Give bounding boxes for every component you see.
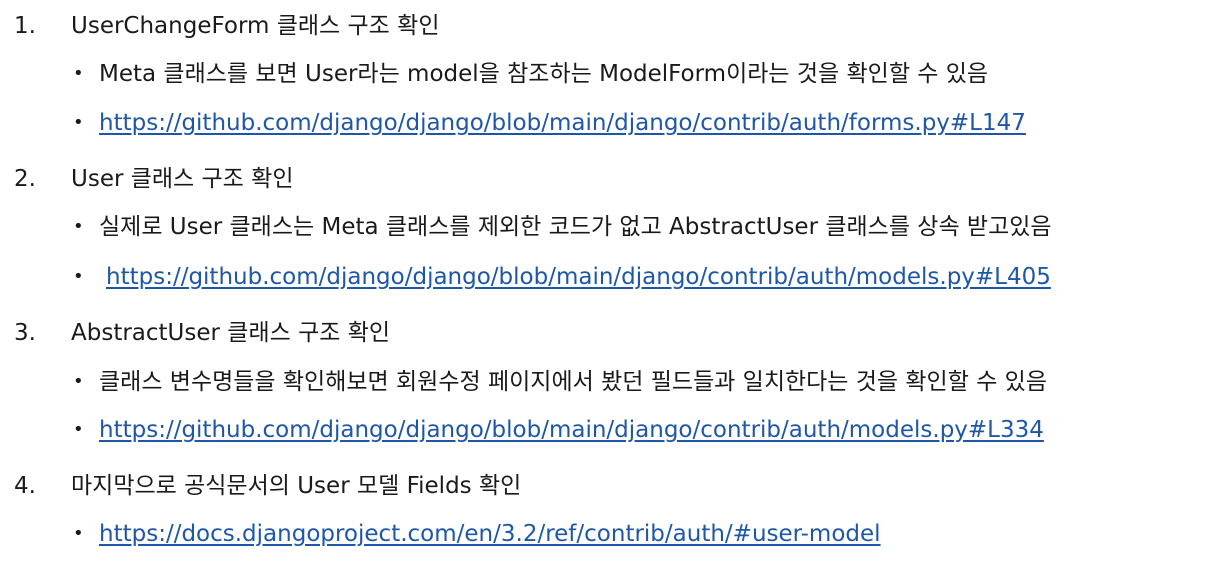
section-heading: 2. User 클래스 구조 확인 <box>0 159 1212 199</box>
section-number: 3. <box>14 320 36 346</box>
list-item: • Meta 클래스를 보면 User라는 model을 참조하는 ModelF… <box>0 54 1212 94</box>
bullet-text: Meta 클래스를 보면 User라는 model을 참조하는 ModelFor… <box>99 61 989 87</box>
section-heading: 4. 마지막으로 공식문서의 User 모델 Fields 확인 <box>0 466 1212 506</box>
list-item: • https://github.com/django/django/blob/… <box>0 257 1212 297</box>
section-number: 4. <box>14 473 36 499</box>
list-item: • https://github.com/django/django/blob/… <box>0 410 1212 450</box>
document-body: 1. UserChangeForm 클래스 구조 확인 • Meta 클래스를 … <box>0 0 1212 582</box>
section-number: 1. <box>14 13 36 39</box>
section-number: 2. <box>14 166 36 192</box>
bullet-icon: • <box>73 112 84 133</box>
list-item: • 실제로 User 클래스는 Meta 클래스를 제외한 코드가 없고 Abs… <box>0 207 1212 247</box>
bullet-text: 실제로 User 클래스는 Meta 클래스를 제외한 코드가 없고 Abstr… <box>99 214 1052 240</box>
bullet-icon: • <box>73 266 84 287</box>
list-item: • 클래스 변수명들을 확인해보면 회원수정 페이지에서 봤던 필드들과 일치한… <box>0 362 1212 402</box>
source-link[interactable]: https://docs.djangoproject.com/en/3.2/re… <box>99 514 881 554</box>
source-link[interactable]: https://github.com/django/django/blob/ma… <box>106 257 1051 297</box>
source-link[interactable]: https://github.com/django/django/blob/ma… <box>99 410 1044 450</box>
list-item: • https://github.com/django/django/blob/… <box>0 103 1212 143</box>
section-heading: 3. AbstractUser 클래스 구조 확인 <box>0 313 1212 353</box>
section-heading: 1. UserChangeForm 클래스 구조 확인 <box>0 6 1212 46</box>
bullet-icon: • <box>73 419 84 440</box>
bullet-icon: • <box>73 371 84 392</box>
bullet-text: 클래스 변수명들을 확인해보면 회원수정 페이지에서 봤던 필드들과 일치한다는… <box>99 369 1047 395</box>
section-title: UserChangeForm 클래스 구조 확인 <box>71 13 440 39</box>
list-item: • https://docs.djangoproject.com/en/3.2/… <box>0 514 1212 554</box>
section-title: 마지막으로 공식문서의 User 모델 Fields 확인 <box>71 473 522 499</box>
section-title: AbstractUser 클래스 구조 확인 <box>71 320 391 346</box>
source-link[interactable]: https://github.com/django/django/blob/ma… <box>99 103 1026 143</box>
bullet-icon: • <box>73 216 84 237</box>
section-title: User 클래스 구조 확인 <box>71 166 294 192</box>
bullet-icon: • <box>73 63 84 84</box>
bullet-icon: • <box>73 523 84 544</box>
